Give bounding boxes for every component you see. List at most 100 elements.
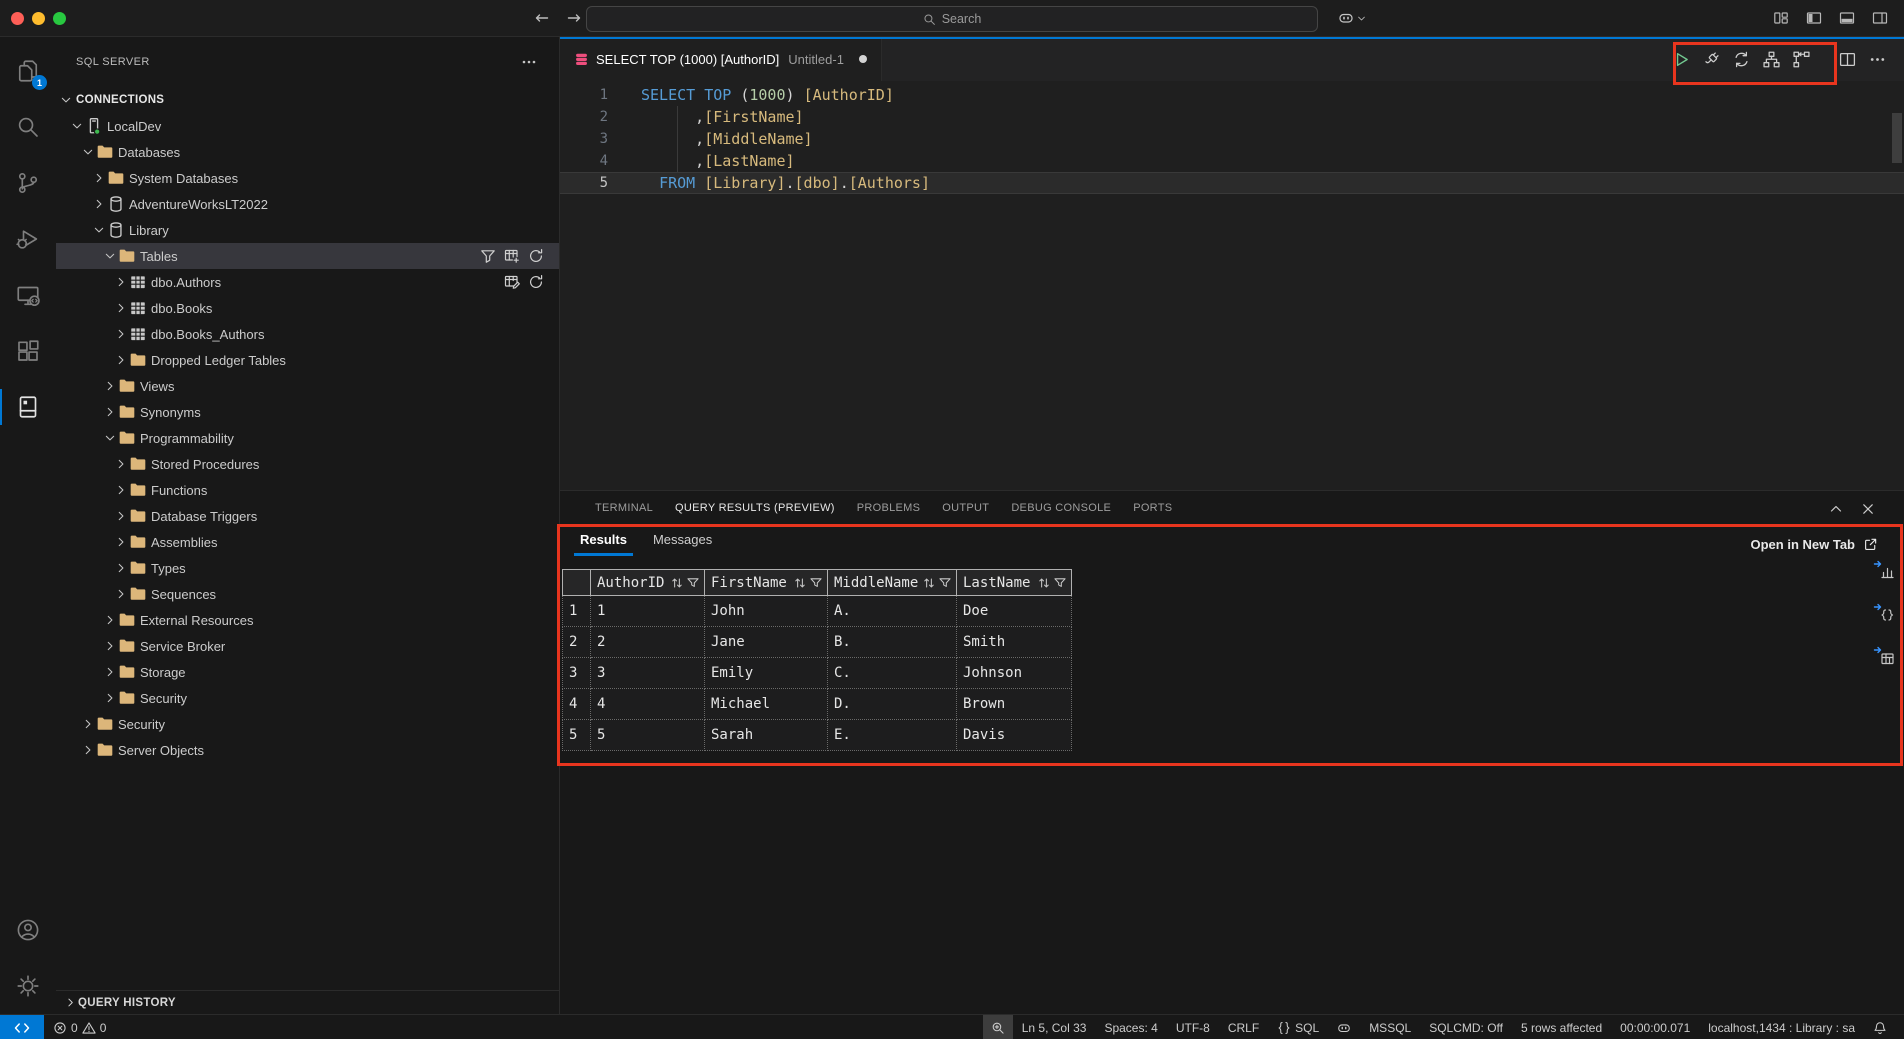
tree-item-types[interactable]: Types bbox=[56, 555, 559, 581]
activity-bar-item-sql-server[interactable] bbox=[0, 379, 56, 435]
tree-item-server-objects[interactable]: Server Objects bbox=[56, 737, 559, 763]
tree-item-dbo-authors[interactable]: dbo.Authors bbox=[56, 269, 559, 295]
tree-item-security[interactable]: Security bbox=[56, 685, 559, 711]
open-in-new-tab-button[interactable]: Open in New Tab bbox=[1751, 526, 1879, 562]
copilot-menu-button[interactable] bbox=[1338, 10, 1367, 26]
grid-rownum-cell[interactable]: 5 bbox=[563, 720, 591, 751]
panel-tab-ports[interactable]: PORTS bbox=[1133, 491, 1172, 526]
status-encoding[interactable]: UTF-8 bbox=[1167, 1015, 1219, 1039]
status-query-time[interactable]: 00:00:00.071 bbox=[1611, 1015, 1699, 1039]
activity-bar-item-search[interactable] bbox=[0, 99, 56, 155]
sort-icon[interactable] bbox=[922, 576, 936, 590]
save-as-json-button[interactable] bbox=[1873, 602, 1895, 624]
command-center-search[interactable]: Search bbox=[586, 6, 1318, 32]
tree-item-service-broker[interactable]: Service Broker bbox=[56, 633, 559, 659]
panel-chevron-up-icon[interactable] bbox=[1826, 499, 1846, 519]
tree-item-dbo-books-authors[interactable]: dbo.Books_Authors bbox=[56, 321, 559, 347]
ellipsis-button[interactable] bbox=[1863, 45, 1891, 73]
grid-cell[interactable]: 2 bbox=[591, 627, 705, 658]
filter-icon[interactable] bbox=[1053, 576, 1067, 590]
close-icon[interactable] bbox=[1858, 499, 1878, 519]
panel-tab-query-results-preview[interactable]: QUERY RESULTS (PREVIEW) bbox=[675, 491, 835, 526]
results-tab-messages[interactable]: Messages bbox=[647, 526, 718, 556]
toggle-sidebar-button[interactable] bbox=[1804, 8, 1824, 28]
grid-header-firstname[interactable]: FirstName bbox=[705, 570, 828, 596]
filter-icon[interactable] bbox=[809, 576, 823, 590]
tree-item-database-triggers[interactable]: Database Triggers bbox=[56, 503, 559, 529]
grid-rownum-cell[interactable]: 1 bbox=[563, 596, 591, 627]
filter-icon[interactable] bbox=[938, 576, 952, 590]
grid-rownum-cell[interactable]: 4 bbox=[563, 689, 591, 720]
tree-item-localdev[interactable]: LocalDev bbox=[56, 113, 559, 139]
activity-bar-item-explorer[interactable]: 1 bbox=[0, 43, 56, 99]
toggle-panel-button[interactable] bbox=[1837, 8, 1857, 28]
nav-forward-button[interactable] bbox=[563, 7, 585, 29]
results-tab-results[interactable]: Results bbox=[574, 526, 633, 556]
tree-item-connections[interactable]: CONNECTIONS bbox=[56, 87, 559, 113]
run-button[interactable] bbox=[1667, 45, 1695, 73]
grid-cell[interactable]: 5 bbox=[591, 720, 705, 751]
grid-cell[interactable]: 3 bbox=[591, 658, 705, 689]
tree-item-views[interactable]: Views bbox=[56, 373, 559, 399]
refresh-icon[interactable] bbox=[527, 248, 544, 265]
sort-icon[interactable] bbox=[670, 576, 684, 590]
grid-cell[interactable]: Brown bbox=[957, 689, 1072, 720]
tree-item-library[interactable]: Library bbox=[56, 217, 559, 243]
table-plus-icon[interactable] bbox=[503, 248, 520, 265]
grid-header-lastname[interactable]: LastName bbox=[957, 570, 1072, 596]
sql-editor[interactable]: 1SELECT TOP (1000) [AuthorID]2 ,[FirstNa… bbox=[560, 81, 1904, 490]
nav-back-button[interactable] bbox=[531, 7, 553, 29]
panel-tab-debug-console[interactable]: DEBUG CONSOLE bbox=[1011, 491, 1111, 526]
tree-item-dropped-ledger-tables[interactable]: Dropped Ledger Tables bbox=[56, 347, 559, 373]
tree-item-assemblies[interactable]: Assemblies bbox=[56, 529, 559, 555]
panel-tab-problems[interactable]: PROBLEMS bbox=[857, 491, 921, 526]
grid-cell[interactable]: Michael bbox=[705, 689, 828, 720]
grid-cell[interactable]: 1 bbox=[591, 596, 705, 627]
tree-item-storage[interactable]: Storage bbox=[56, 659, 559, 685]
activity-bar-item-accounts[interactable] bbox=[0, 902, 56, 958]
filter-icon[interactable] bbox=[479, 248, 496, 265]
panel-tab-output[interactable]: OUTPUT bbox=[942, 491, 989, 526]
grid-cell[interactable]: Jane bbox=[705, 627, 828, 658]
grid-header-middlename[interactable]: MiddleName bbox=[828, 570, 957, 596]
grid-rownum-cell[interactable]: 2 bbox=[563, 627, 591, 658]
query-history-section[interactable]: QUERY HISTORY bbox=[56, 990, 559, 1014]
grid-cell[interactable]: B. bbox=[828, 627, 957, 658]
maximize-window-button[interactable] bbox=[53, 12, 66, 25]
split-editor-button[interactable] bbox=[1833, 45, 1861, 73]
actual-plan-button[interactable] bbox=[1787, 45, 1815, 73]
status-notifications[interactable] bbox=[1864, 1015, 1896, 1039]
grid-cell[interactable]: John bbox=[705, 596, 828, 627]
status-zoom-indicator[interactable] bbox=[983, 1015, 1013, 1039]
grid-cell[interactable]: Doe bbox=[957, 596, 1072, 627]
status-copilot[interactable] bbox=[1328, 1015, 1360, 1039]
minimize-window-button[interactable] bbox=[32, 12, 45, 25]
tree-item-dbo-books[interactable]: dbo.Books bbox=[56, 295, 559, 321]
activity-bar-item-run-and-debug[interactable] bbox=[0, 211, 56, 267]
tree-item-system-databases[interactable]: System Databases bbox=[56, 165, 559, 191]
grid-header-authorid[interactable]: AuthorID bbox=[591, 570, 705, 596]
grid-cell[interactable]: 4 bbox=[591, 689, 705, 720]
customize-layout-button[interactable] bbox=[1771, 8, 1791, 28]
toggle-secondary-sidebar-button[interactable] bbox=[1870, 8, 1890, 28]
status-eol[interactable]: CRLF bbox=[1219, 1015, 1268, 1039]
change-connection-button[interactable] bbox=[1727, 45, 1755, 73]
sort-icon[interactable] bbox=[1037, 576, 1051, 590]
sort-icon[interactable] bbox=[793, 576, 807, 590]
filter-icon[interactable] bbox=[686, 576, 700, 590]
grid-rownum-cell[interactable]: 3 bbox=[563, 658, 591, 689]
tree-item-synonyms[interactable]: Synonyms bbox=[56, 399, 559, 425]
panel-tab-terminal[interactable]: TERMINAL bbox=[595, 491, 653, 526]
status-remote-indicator[interactable] bbox=[0, 1015, 44, 1039]
status-connection[interactable]: localhost,1434 : Library : sa bbox=[1699, 1015, 1864, 1039]
grid-cell[interactable]: A. bbox=[828, 596, 957, 627]
grid-cell[interactable]: Smith bbox=[957, 627, 1072, 658]
activity-bar-item-extensions[interactable] bbox=[0, 323, 56, 379]
refresh-icon[interactable] bbox=[527, 274, 544, 291]
status-cursor-position[interactable]: Ln 5, Col 33 bbox=[1013, 1015, 1096, 1039]
grid-cell[interactable]: Johnson bbox=[957, 658, 1072, 689]
status-mssql-provider[interactable]: MSSQL bbox=[1360, 1015, 1420, 1039]
tree-item-functions[interactable]: Functions bbox=[56, 477, 559, 503]
grid-cell[interactable]: Davis bbox=[957, 720, 1072, 751]
estimated-plan-button[interactable] bbox=[1757, 45, 1785, 73]
